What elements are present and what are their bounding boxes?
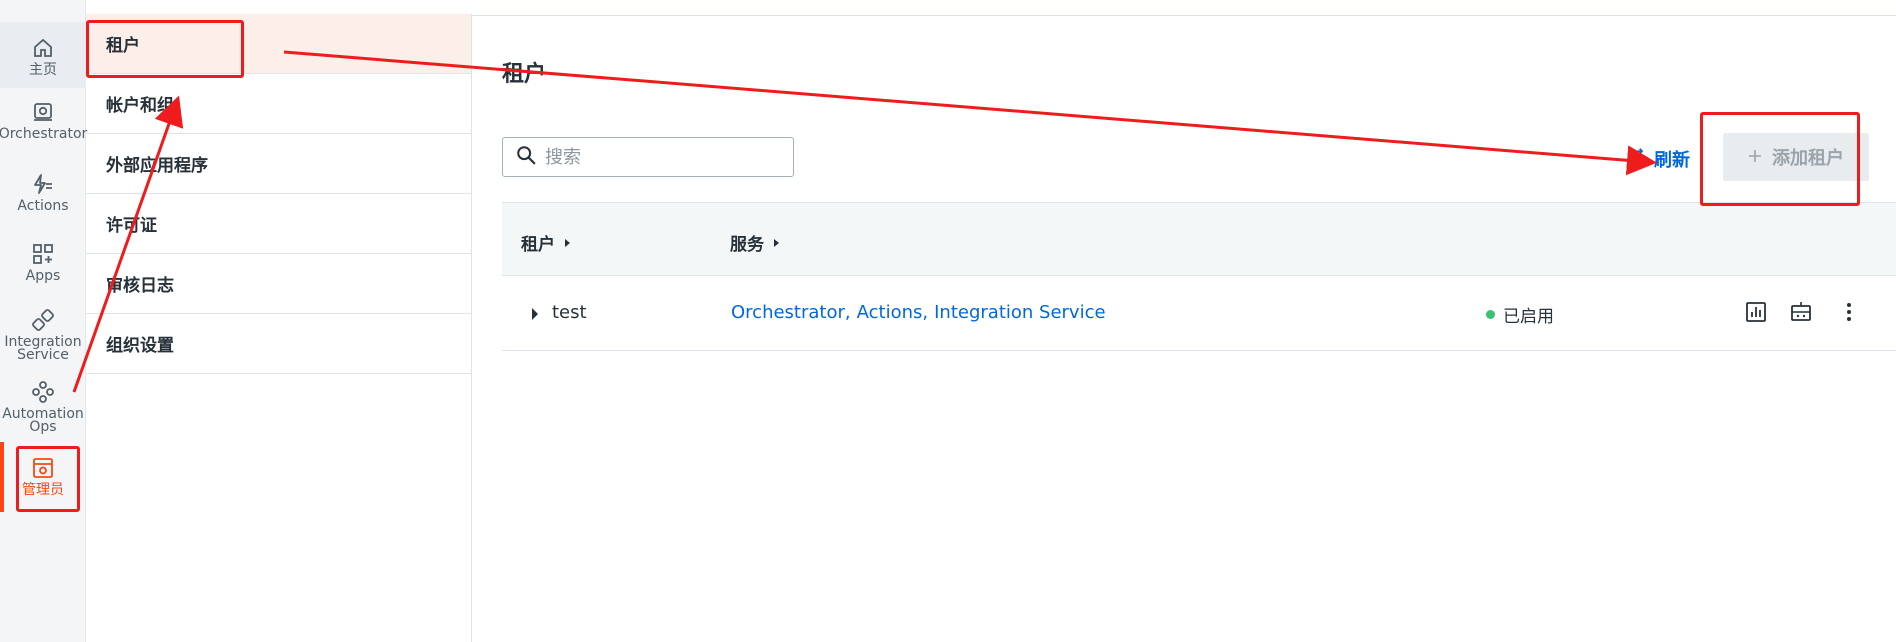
refresh-icon — [1628, 147, 1648, 172]
annotation-arrow-tenants-to-add — [283, 50, 1657, 176]
rail-item-automation-ops[interactable]: Automation Ops — [0, 380, 86, 434]
tenant-services: Orchestrator, Actions, Integration Servi… — [731, 302, 1106, 323]
integration-service-icon — [31, 308, 55, 332]
subnav-item-tenants[interactable]: 租户 — [86, 14, 471, 74]
admin-icon — [31, 456, 55, 480]
plus-icon — [1748, 147, 1762, 168]
automation-ops-icon — [31, 380, 55, 404]
orchestrator-icon — [31, 100, 55, 124]
status-dot-icon — [1486, 310, 1495, 319]
subnav-item-external-apps[interactable]: 外部应用程序 — [86, 134, 471, 194]
rail-item-integration-service[interactable]: Integration Service — [0, 308, 86, 362]
tenant-name: test — [552, 302, 587, 323]
left-rail: 主页 Orchestrator Actions Apps Integration… — [0, 0, 88, 642]
rail-item-label: Orchestrator — [0, 126, 88, 142]
admin-subnav: 租户 帐户和组 外部应用程序 许可证 审核日志 组织设置 — [86, 14, 472, 642]
search-input[interactable] — [545, 146, 765, 168]
table-row: test Orchestrator, Actions, Integration … — [502, 276, 1896, 351]
expand-row-icon[interactable] — [532, 308, 538, 320]
column-header-label: 服务 — [730, 235, 764, 255]
subnav-item-org-settings[interactable]: 组织设置 — [86, 314, 471, 374]
search-icon — [515, 144, 537, 170]
rail-item-label: Actions — [17, 198, 69, 214]
rail-item-home[interactable]: 主页 — [0, 22, 86, 88]
tenants-table-header: 租户 服务 — [502, 202, 1896, 276]
rail-item-label: Automation Ops — [2, 406, 84, 435]
home-icon — [31, 36, 55, 60]
service-separator: , — [922, 302, 929, 323]
add-tenant-label: 添加租户 — [1772, 148, 1844, 169]
header-divider — [472, 0, 1896, 16]
sort-icon — [774, 238, 779, 247]
rail-item-orchestrator[interactable]: Orchestrator — [0, 100, 88, 142]
chart-icon[interactable] — [1744, 300, 1768, 328]
app-root: 主页 Orchestrator Actions Apps Integration… — [0, 0, 1896, 642]
column-header-label: 租户 — [521, 235, 555, 255]
service-separator: , — [844, 302, 851, 323]
subnav-item-licenses[interactable]: 许可证 — [86, 194, 471, 254]
add-tenant-button[interactable]: 添加租户 — [1723, 133, 1869, 181]
service-link-integration-service[interactable]: Integration Service — [934, 302, 1105, 323]
more-options-icon[interactable] — [1837, 300, 1861, 328]
rail-item-label: Apps — [25, 268, 61, 284]
rail-item-admin[interactable]: 管理员 — [0, 446, 86, 510]
robot-icon[interactable] — [1789, 300, 1813, 328]
column-header-tenant[interactable]: 租户 — [521, 230, 570, 255]
rail-item-apps[interactable]: Apps — [0, 242, 86, 283]
rail-item-label: 主页 — [29, 62, 57, 78]
search-box[interactable] — [502, 137, 794, 177]
page-title: 租户 — [502, 62, 547, 87]
service-link-orchestrator[interactable]: Orchestrator — [731, 302, 845, 323]
apps-icon — [31, 242, 55, 266]
sort-icon — [565, 238, 570, 247]
column-header-service[interactable]: 服务 — [730, 230, 779, 255]
status-label: 已启用 — [1503, 307, 1554, 327]
refresh-button[interactable]: 刷新 — [1628, 146, 1690, 172]
actions-icon — [31, 172, 55, 196]
refresh-label: 刷新 — [1654, 150, 1690, 171]
rail-item-label: 管理员 — [22, 482, 64, 498]
service-link-actions[interactable]: Actions — [857, 302, 923, 323]
rail-item-label: Integration Service — [4, 334, 82, 363]
subnav-item-accounts-groups[interactable]: 帐户和组 — [86, 74, 471, 134]
subnav-item-audit-logs[interactable]: 审核日志 — [86, 254, 471, 314]
status-badge: 已启用 — [1486, 302, 1554, 327]
rail-item-actions[interactable]: Actions — [0, 172, 86, 213]
